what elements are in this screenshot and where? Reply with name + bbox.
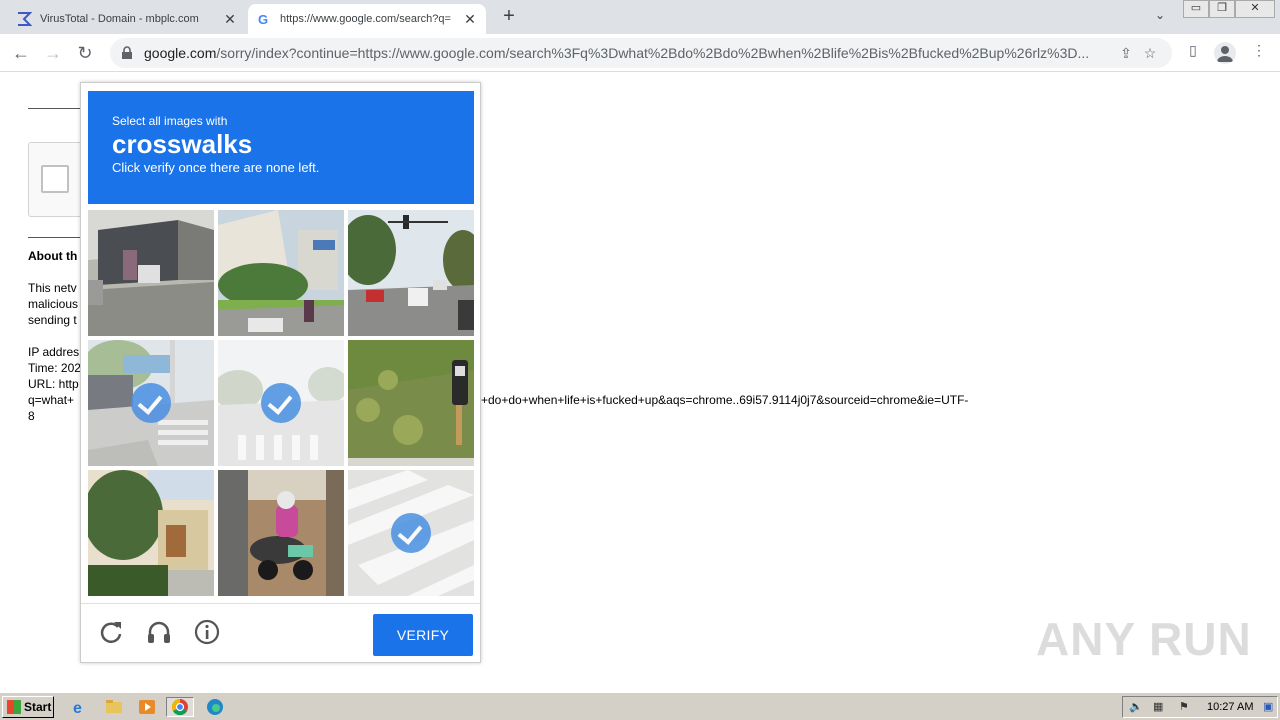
address-bar[interactable]: google.com/sorry/index?continue=https://… bbox=[110, 38, 1172, 68]
query-line: q=what+ bbox=[28, 393, 75, 407]
verify-button[interactable]: VERIFY bbox=[373, 614, 473, 656]
browser-toolbar: ← → ↻ google.com/sorry/index?continue=ht… bbox=[0, 34, 1280, 72]
start-button[interactable]: Start bbox=[2, 696, 54, 718]
back-icon[interactable]: ← bbox=[8, 40, 34, 66]
show-desktop-icon[interactable]: ▣ bbox=[1263, 700, 1277, 714]
about-heading: About th bbox=[28, 249, 78, 263]
windows-logo-icon bbox=[7, 700, 21, 714]
url-path: /sorry/index?continue=https://www.google… bbox=[216, 45, 1090, 61]
challenge-footer: VERIFY bbox=[81, 603, 480, 663]
star-icon[interactable]: ☆ bbox=[1138, 45, 1162, 62]
start-label: Start bbox=[24, 700, 52, 714]
tab-title: VirusTotal - Domain - mbplc.com bbox=[40, 13, 199, 25]
selected-check-icon bbox=[391, 513, 431, 553]
side-panel-icon[interactable]: ▯ bbox=[1182, 42, 1204, 64]
taskbar: Start e 🔈 ▦ ⚑ 10:27 AM ▣ bbox=[0, 692, 1280, 720]
time-line: Time: 202 bbox=[28, 361, 81, 375]
captcha-tile[interactable] bbox=[218, 470, 344, 596]
target-word: crosswalks bbox=[112, 129, 253, 159]
challenge-header: Select all images with crosswalks Click … bbox=[88, 91, 474, 204]
tab-google-search[interactable]: G https://www.google.com/search?q= ✕ bbox=[248, 4, 486, 34]
share-icon[interactable]: ⇪ bbox=[1114, 45, 1138, 62]
query-tail: +do+do+when+life+is+fucked+up&aqs=chrome… bbox=[481, 393, 969, 407]
internet-explorer-icon[interactable]: e bbox=[69, 697, 91, 717]
selected-check-icon bbox=[261, 383, 301, 423]
minimize-icon[interactable]: ▭ bbox=[1183, 0, 1209, 18]
watermark-logo: ANY RUN bbox=[1036, 613, 1252, 665]
svg-text:e: e bbox=[73, 700, 82, 717]
restore-icon[interactable]: ❐ bbox=[1209, 0, 1235, 18]
ip-line: IP addres bbox=[28, 345, 80, 359]
new-tab-icon[interactable]: + bbox=[498, 6, 520, 28]
recaptcha-checkbox[interactable] bbox=[41, 165, 69, 193]
info-icon[interactable] bbox=[193, 618, 221, 646]
selected-check-icon bbox=[131, 383, 171, 423]
reload-icon[interactable]: ↻ bbox=[72, 40, 98, 66]
network-icon[interactable]: ▦ bbox=[1153, 700, 1167, 714]
captcha-tile[interactable] bbox=[348, 210, 474, 336]
tab-title: https://www.google.com/search?q= bbox=[280, 13, 451, 25]
captcha-tile-selected[interactable] bbox=[218, 340, 344, 466]
captcha-tile-selected[interactable] bbox=[348, 470, 474, 596]
para-line: sending t bbox=[28, 313, 77, 327]
captcha-tile-selected[interactable] bbox=[88, 340, 214, 466]
menu-icon[interactable]: ⋮ bbox=[1248, 42, 1270, 64]
captcha-tile[interactable] bbox=[88, 210, 214, 336]
profile-avatar-icon[interactable] bbox=[1214, 42, 1236, 64]
edge-icon[interactable] bbox=[204, 697, 226, 717]
media-player-icon[interactable] bbox=[136, 697, 158, 717]
tab-virustotal[interactable]: VirusTotal - Domain - mbplc.com ✕ bbox=[8, 4, 246, 34]
headphones-icon[interactable] bbox=[145, 618, 173, 646]
captcha-tile[interactable] bbox=[218, 210, 344, 336]
divider bbox=[28, 108, 88, 109]
instruction-line: Select all images with bbox=[112, 114, 228, 128]
system-tray: 🔈 ▦ ⚑ 10:27 AM ▣ bbox=[1122, 696, 1278, 718]
svg-text:G: G bbox=[258, 12, 268, 27]
tab-strip: VirusTotal - Domain - mbplc.com ✕ G http… bbox=[0, 0, 1280, 34]
clock: 10:27 AM bbox=[1207, 701, 1254, 713]
chrome-icon bbox=[171, 698, 188, 716]
captcha-tile[interactable] bbox=[88, 470, 214, 596]
url-text: google.com/sorry/index?continue=https://… bbox=[144, 45, 1114, 61]
volume-icon[interactable]: 🔈 bbox=[1129, 700, 1143, 714]
captcha-tile[interactable] bbox=[348, 340, 474, 466]
reload-challenge-icon[interactable] bbox=[97, 618, 125, 646]
chevron-down-icon[interactable]: ⌄ bbox=[1150, 8, 1170, 26]
google-icon: G bbox=[258, 12, 268, 27]
url-host: google.com bbox=[144, 45, 217, 61]
virustotal-icon bbox=[18, 12, 32, 26]
para-line: malicious bbox=[28, 297, 79, 311]
lock-icon bbox=[122, 46, 132, 59]
forward-icon[interactable]: → bbox=[40, 40, 66, 66]
url-line: URL: http bbox=[28, 377, 79, 391]
folder-icon[interactable] bbox=[103, 697, 125, 717]
close-window-icon[interactable]: ✕ bbox=[1235, 0, 1275, 18]
recaptcha-challenge: Select all images with crosswalks Click … bbox=[80, 82, 481, 663]
para-line: This netv bbox=[28, 281, 77, 295]
divider bbox=[28, 237, 88, 238]
flag-icon[interactable]: ⚑ bbox=[1179, 700, 1193, 714]
instruction-hint: Click verify once there are none left. bbox=[112, 160, 320, 175]
recaptcha-widget bbox=[28, 142, 88, 217]
close-tab-icon[interactable]: ✕ bbox=[222, 11, 238, 28]
close-tab-icon[interactable]: ✕ bbox=[462, 11, 478, 28]
chrome-taskbar-button[interactable] bbox=[166, 697, 194, 717]
query-last: 8 bbox=[28, 409, 35, 423]
